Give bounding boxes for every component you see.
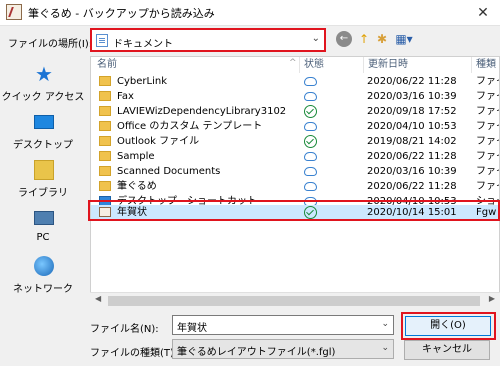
cancel-button[interactable]: キャンセル: [404, 340, 490, 360]
place-label: ライブラリ: [18, 188, 68, 199]
file-kind: ファイ: [476, 106, 499, 117]
scroll-left-icon[interactable]: ◀: [95, 294, 101, 303]
places-bar: ★ クイック アクセス デスクトップ ライブラリ PC ネットワーク: [0, 56, 86, 308]
computer-icon: [34, 211, 54, 225]
close-button[interactable]: ✕: [466, 0, 500, 26]
file-row[interactable]: Office のカスタム テンプレート 2020/04/10 10:53 ファイ: [91, 119, 499, 134]
horizontal-scrollbar[interactable]: ◀ ▶: [90, 292, 500, 308]
filename-input[interactable]: 年賀状 ⌄: [172, 315, 394, 335]
place-quick-access[interactable]: ★ クイック アクセス: [0, 64, 86, 112]
folder-icon: [99, 181, 111, 191]
filetype-value: 筆ぐるめレイアウトファイル(*.fgl): [177, 347, 336, 358]
folder-icon: [99, 121, 111, 131]
file-name: Scanned Documents: [117, 166, 221, 177]
file-name: 筆ぐるめ: [117, 181, 157, 192]
folder-icon: [99, 106, 111, 116]
new-folder-icon[interactable]: ✱: [374, 31, 390, 47]
file-row[interactable]: Outlook ファイル 2019/08/21 14:02 ファイ: [91, 134, 499, 149]
selection-highlight-frame: [88, 200, 500, 221]
scrollbar-thumb[interactable]: [108, 296, 480, 306]
file-date: 2020/09/18 17:52: [367, 106, 457, 117]
lookin-combo[interactable]: ドキュメント ⌄: [90, 28, 326, 52]
network-icon: [34, 256, 54, 276]
folder-icon: [99, 166, 111, 176]
file-date: 2020/06/22 11:28: [367, 151, 457, 162]
file-kind: ファイ: [476, 136, 499, 147]
column-header-name[interactable]: 名前 ^: [97, 57, 297, 73]
chevron-down-icon[interactable]: ⌄: [312, 33, 320, 44]
file-row[interactable]: Fax 2020/03/16 10:39 ファイ: [91, 89, 499, 104]
check-icon: [304, 135, 317, 148]
lookin-label: ファイルの場所(I):: [8, 39, 93, 50]
file-row[interactable]: LAVIEWizDependencyLibrary3102 2020/09/18…: [91, 104, 499, 119]
star-icon: ★: [35, 62, 53, 86]
file-row[interactable]: CyberLink 2020/06/22 11:28 ファイ: [91, 74, 499, 89]
app-icon: [6, 4, 22, 20]
file-row[interactable]: 筆ぐるめ 2020/06/22 11:28 ファイ: [91, 179, 499, 194]
file-row[interactable]: Sample 2020/06/22 11:28 ファイ: [91, 149, 499, 164]
cloud-icon: [304, 77, 317, 86]
file-name: Sample: [117, 151, 155, 162]
folder-icon: [99, 151, 111, 161]
lookin-value: ドキュメント: [113, 39, 173, 50]
file-row[interactable]: Scanned Documents 2020/03/16 10:39 ファイ: [91, 164, 499, 179]
cloud-icon: [304, 182, 317, 191]
up-folder-icon[interactable]: ↑: [356, 31, 372, 47]
file-name: LAVIEWizDependencyLibrary3102: [117, 106, 287, 117]
library-icon: [34, 160, 54, 180]
cloud-icon: [304, 92, 317, 101]
back-icon[interactable]: ←: [336, 31, 352, 47]
file-date: 2019/08/21 14:02: [367, 136, 457, 147]
chevron-down-icon[interactable]: ⌄: [381, 319, 389, 329]
file-date: 2020/03/16 10:39: [367, 91, 457, 102]
view-menu-icon[interactable]: ▦▾: [394, 31, 414, 47]
file-date: 2020/06/22 11:28: [367, 76, 457, 87]
place-pc[interactable]: PC: [0, 208, 86, 256]
filetype-label: ファイルの種類(T):: [90, 348, 178, 359]
open-button[interactable]: 開く(O): [405, 316, 491, 336]
place-label: デスクトップ: [13, 140, 73, 151]
documents-icon: [96, 34, 108, 47]
place-desktop[interactable]: デスクトップ: [0, 112, 86, 160]
file-kind: ファイ: [476, 121, 499, 132]
file-date: 2020/03/16 10:39: [367, 166, 457, 177]
column-header-status[interactable]: 状態: [299, 57, 363, 73]
file-date: 2020/04/10 10:53: [367, 121, 457, 132]
file-list[interactable]: 名前 ^ 状態 更新日時 種類 CyberLink 2020/06/22 11:…: [90, 56, 500, 308]
cloud-icon: [304, 167, 317, 176]
cloud-icon: [304, 152, 317, 161]
cloud-icon: [304, 122, 317, 131]
window-title: 筆ぐるめ - バックアップから読み込み: [28, 7, 215, 20]
column-header-kind[interactable]: 種類: [471, 57, 499, 73]
desktop-icon: [34, 115, 54, 129]
filename-value: 年賀状: [177, 323, 207, 334]
place-library[interactable]: ライブラリ: [0, 160, 86, 208]
column-header-date[interactable]: 更新日時: [363, 57, 471, 73]
column-name-label: 名前: [97, 59, 117, 70]
file-name: Outlook ファイル: [117, 136, 200, 147]
file-kind: ファイ: [476, 166, 499, 177]
file-date: 2020/06/22 11:28: [367, 181, 457, 192]
filetype-select[interactable]: 筆ぐるめレイアウトファイル(*.fgl) ⌄: [172, 339, 394, 359]
sort-icon: ^: [289, 58, 297, 68]
folder-icon: [99, 136, 111, 146]
file-name: Fax: [117, 91, 134, 102]
place-label: PC: [36, 232, 50, 243]
file-name: Office のカスタム テンプレート: [117, 121, 263, 132]
file-name: CyberLink: [117, 76, 167, 87]
folder-icon: [99, 91, 111, 101]
place-network[interactable]: ネットワーク: [0, 256, 86, 304]
place-label: ネットワーク: [13, 284, 73, 295]
chevron-down-icon[interactable]: ⌄: [381, 343, 389, 353]
file-kind: ファイ: [476, 76, 499, 87]
title-bar: 筆ぐるめ - バックアップから読み込み ✕: [0, 0, 500, 26]
place-label: クイック アクセス: [1, 92, 85, 103]
check-icon: [304, 105, 317, 118]
file-kind: ファイ: [476, 151, 499, 162]
file-kind: ファイ: [476, 181, 499, 192]
scroll-right-icon[interactable]: ▶: [489, 294, 495, 303]
file-kind: ファイ: [476, 91, 499, 102]
filename-label: ファイル名(N):: [90, 324, 159, 335]
folder-icon: [99, 76, 111, 86]
